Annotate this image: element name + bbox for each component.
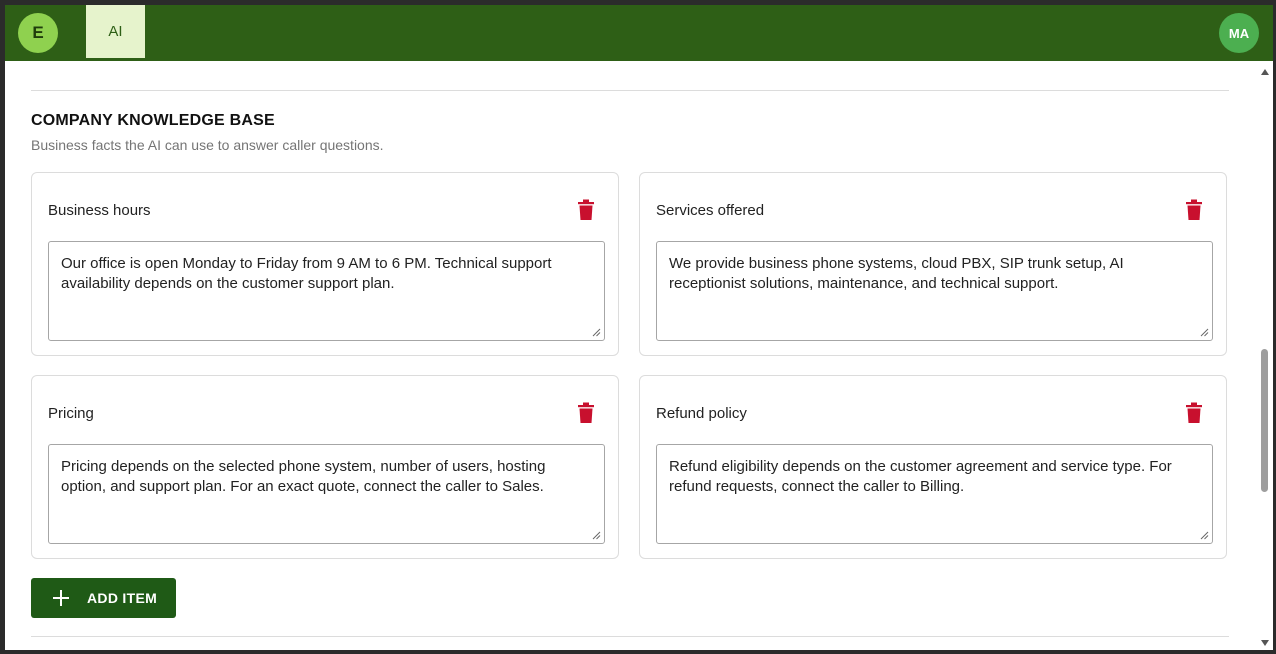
scroll-thumb[interactable] [1261, 349, 1268, 492]
scroll-up-arrow-icon[interactable] [1261, 69, 1269, 75]
section-title: COMPANY KNOWLEDGE BASE [31, 112, 275, 129]
item-text-area[interactable]: We provide business phone systems, cloud… [656, 241, 1213, 341]
item-text: Refund eligibility depends on the custom… [669, 458, 1172, 495]
main-content: COMPANY KNOWLEDGE BASE Business facts th… [5, 61, 1257, 650]
add-item-button[interactable]: ADD ITEM [31, 578, 176, 618]
add-item-label: ADD ITEM [87, 590, 158, 606]
item-text: Pricing depends on the selected phone sy… [61, 458, 546, 495]
delete-item-button[interactable] [1185, 199, 1203, 221]
app-frame: E AI MA COMPANY KNOWLEDGE BASE Business … [0, 0, 1276, 654]
knowledge-item-card: Refund policy Refund eligibility depends… [639, 375, 1227, 559]
tab-ai[interactable]: AI [86, 5, 145, 58]
section-subtitle: Business facts the AI can use to answer … [31, 137, 384, 153]
knowledge-item-card: Pricing Pricing depends on the selected … [31, 375, 619, 559]
delete-item-button[interactable] [577, 402, 595, 424]
section-divider-top [31, 90, 1229, 91]
item-title: Refund policy [656, 405, 747, 422]
section-divider-bottom [31, 636, 1229, 637]
item-title: Services offered [656, 202, 765, 219]
trash-icon[interactable] [1185, 402, 1203, 424]
item-title: Pricing [48, 405, 94, 422]
delete-item-button[interactable] [577, 199, 595, 221]
item-text-area[interactable]: Refund eligibility depends on the custom… [656, 444, 1213, 544]
item-text-area[interactable]: Our office is open Monday to Friday from… [48, 241, 605, 341]
trash-icon[interactable] [577, 199, 595, 221]
resize-grip-icon[interactable] [592, 328, 601, 337]
knowledge-item-card: Services offered We provide business pho… [639, 172, 1227, 356]
item-title: Business hours [48, 202, 151, 219]
plus-icon [53, 590, 69, 606]
resize-grip-icon[interactable] [1200, 328, 1209, 337]
workspace-avatar[interactable]: E [18, 13, 58, 53]
vertical-scrollbar[interactable] [1257, 61, 1273, 650]
scroll-down-arrow-icon[interactable] [1261, 640, 1269, 646]
resize-grip-icon[interactable] [592, 531, 601, 540]
user-avatar[interactable]: MA [1219, 13, 1259, 53]
app-window: E AI MA COMPANY KNOWLEDGE BASE Business … [5, 5, 1273, 650]
resize-grip-icon[interactable] [1200, 531, 1209, 540]
trash-icon[interactable] [1185, 199, 1203, 221]
item-text-area[interactable]: Pricing depends on the selected phone sy… [48, 444, 605, 544]
item-text: We provide business phone systems, cloud… [669, 255, 1124, 292]
trash-icon[interactable] [577, 402, 595, 424]
item-text: Our office is open Monday to Friday from… [61, 255, 552, 292]
delete-item-button[interactable] [1185, 402, 1203, 424]
top-app-bar: E AI MA [5, 5, 1273, 61]
knowledge-item-card: Business hours Our office is open Monday… [31, 172, 619, 356]
